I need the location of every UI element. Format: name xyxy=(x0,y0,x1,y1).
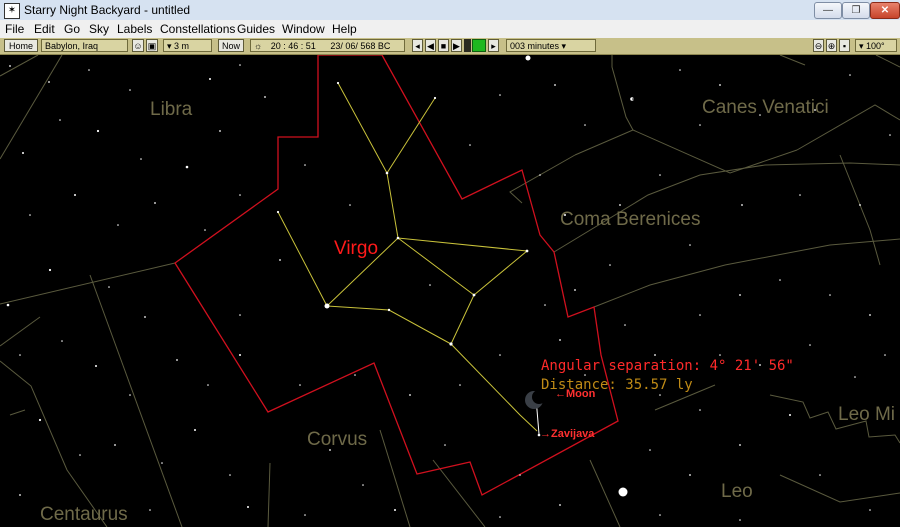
constellation-label-leo-mi[interactable]: Leo Mi xyxy=(838,404,895,426)
time-date-field[interactable]: ☼ 20 : 46 : 51 23/ 06/ 568 BC xyxy=(250,39,405,52)
constellation-label-libra[interactable]: Libra xyxy=(150,99,192,121)
now-button[interactable]: Now xyxy=(218,39,244,52)
reverse-icon[interactable]: ◀ xyxy=(425,39,436,52)
menu-window[interactable]: Window xyxy=(282,22,325,36)
location-field[interactable]: Babylon, Iraq xyxy=(41,39,128,52)
fov-select[interactable]: ▾ 100° xyxy=(855,39,897,52)
virgo-stick-figure xyxy=(277,82,538,432)
zoom-out-icon[interactable]: ⊖ xyxy=(813,39,824,52)
constellation-label-virgo[interactable]: Virgo xyxy=(334,238,378,260)
constellation-label-corvus[interactable]: Corvus xyxy=(307,429,367,451)
time-value: 20 : 46 : 51 xyxy=(270,41,316,51)
menu-labels[interactable]: Labels xyxy=(117,22,152,36)
menu-guides[interactable]: Guides xyxy=(237,22,275,36)
minimize-button[interactable]: — xyxy=(814,2,842,19)
star-field xyxy=(6,55,891,521)
separator-icon xyxy=(464,39,471,52)
menu-sky[interactable]: Sky xyxy=(89,22,109,36)
window-title: Starry Night Backyard - untitled xyxy=(24,3,191,17)
close-button[interactable]: ✕ xyxy=(870,2,900,19)
object-label-moon[interactable]: ←Moon xyxy=(555,388,595,400)
menu-file[interactable]: File xyxy=(5,22,24,36)
constellation-label-coma-berenices[interactable]: Coma Berenices xyxy=(560,209,700,231)
sun-icon: ☼ xyxy=(254,41,263,51)
menu-bar: File Edit Go Sky Labels Constellations G… xyxy=(0,20,900,39)
step-back-icon[interactable]: ◂ xyxy=(412,39,423,52)
constellation-label-canes-venatici[interactable]: Canes Venatici xyxy=(702,97,829,119)
person-icon[interactable]: ☺ xyxy=(132,39,144,52)
object-label-zavijava[interactable]: →Zavijava xyxy=(540,428,594,440)
control-toolbar: Home Babylon, Iraq ☺ ▣ ▾ 3 m Now ☼ 20 : … xyxy=(0,38,900,55)
menu-go[interactable]: Go xyxy=(64,22,80,36)
constellation-boundaries xyxy=(0,55,900,527)
play-icon[interactable]: ▶ xyxy=(451,39,462,52)
constellation-label-leo[interactable]: Leo xyxy=(721,481,753,503)
constellation-label-centaurus[interactable]: Centaurus xyxy=(40,504,128,526)
sky-view[interactable]: Libra Canes Venatici Coma Berenices Virg… xyxy=(0,55,900,527)
telescope-icon: ✶ xyxy=(4,3,20,19)
zoom-in-icon[interactable]: ⊕ xyxy=(826,39,837,52)
date-value: 23/ 06/ 568 BC xyxy=(330,41,391,51)
realtime-icon[interactable] xyxy=(472,39,486,52)
stop-icon[interactable]: ■ xyxy=(438,39,449,52)
time-step-select[interactable]: 003 minutes ▾ xyxy=(506,39,596,52)
maximize-button[interactable]: ❐ xyxy=(842,2,870,19)
lock-icon[interactable]: ▣ xyxy=(146,39,158,52)
menu-help[interactable]: Help xyxy=(332,22,357,36)
sky-chart xyxy=(0,55,900,527)
menu-constellations[interactable]: Constellations xyxy=(160,22,235,36)
title-bar: ✶ Starry Night Backyard - untitled — ❐ ✕ xyxy=(0,0,900,21)
zoom-box-icon[interactable]: ▪ xyxy=(839,39,850,52)
step-forward-icon[interactable]: ▸ xyxy=(488,39,499,52)
angular-separation-readout: Angular separation: 4° 21' 56" xyxy=(541,358,794,374)
menu-edit[interactable]: Edit xyxy=(34,22,55,36)
home-button[interactable]: Home xyxy=(4,39,38,52)
elevation-field[interactable]: ▾ 3 m xyxy=(163,39,212,52)
